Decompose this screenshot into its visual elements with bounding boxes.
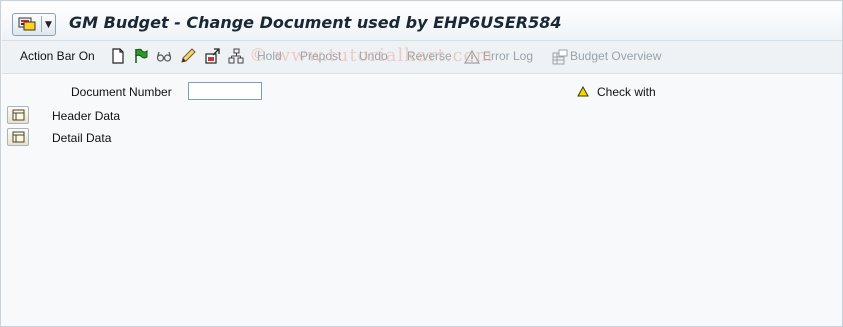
document-number-label: Document Number <box>71 85 172 99</box>
budget-overview-icon <box>552 49 568 65</box>
pencil-icon[interactable] <box>180 48 196 64</box>
detail-data-expand-button[interactable] <box>7 128 29 146</box>
system-menu-button[interactable]: ▼ <box>12 13 56 36</box>
expand-section-icon <box>12 109 25 121</box>
watermark: © www.tutorialkart.com <box>249 45 494 66</box>
hierarchy-icon[interactable] <box>228 48 244 64</box>
page-title: GM Budget - Change Document used by EHP6… <box>69 13 562 32</box>
header-data-label: Header Data <box>52 109 121 123</box>
window-frame: ▼ GM Budget - Change Document used by EH… <box>0 0 843 327</box>
system-menu-icon <box>18 17 36 31</box>
budget-overview-button[interactable]: Budget Overview <box>570 49 661 63</box>
expand-section-icon <box>12 131 25 143</box>
display-glasses-icon[interactable] <box>156 48 172 64</box>
warning-triangle-icon <box>577 86 589 97</box>
action-bar-toggle-button[interactable]: Action Bar On <box>20 49 95 63</box>
main-content: Document Number Check with Header Data D… <box>2 74 842 326</box>
header-data-expand-button[interactable] <box>7 106 29 124</box>
chevron-down-icon: ▼ <box>45 20 52 30</box>
detail-data-label: Detail Data <box>52 131 112 145</box>
system-menu-separator <box>41 16 42 32</box>
flag-icon[interactable] <box>133 48 149 64</box>
import-icon[interactable] <box>204 48 220 64</box>
document-number-input[interactable] <box>188 82 262 100</box>
check-with-label: Check with <box>597 85 656 99</box>
title-bar: ▼ GM Budget - Change Document used by EH… <box>2 2 842 41</box>
new-document-icon[interactable] <box>110 48 126 64</box>
